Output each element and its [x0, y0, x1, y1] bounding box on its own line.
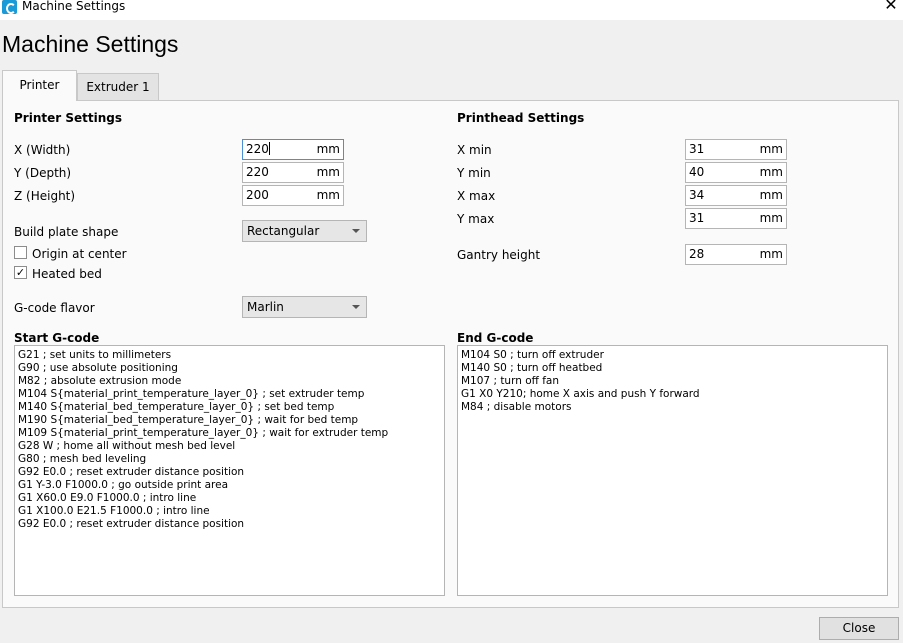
code-line: G90 ; use absolute positioning — [18, 362, 178, 374]
tab-extruder-1[interactable]: Extruder 1 — [77, 73, 159, 100]
y-depth-label: Y (Depth) — [14, 166, 72, 180]
printhead-settings-heading: Printhead Settings — [457, 111, 585, 125]
start-gcode-textarea[interactable]: G21 ; set units to millimeters G90 ; use… — [14, 345, 445, 596]
text-cursor — [268, 142, 270, 155]
code-line: G1 X100.0 E21.5 F1000.0 ; intro line — [18, 505, 210, 517]
start-gcode-heading: Start G-code — [14, 331, 100, 345]
window-title: Machine Settings — [22, 0, 126, 13]
printer-settings-heading: Printer Settings — [14, 111, 122, 125]
heated-bed-checkbox[interactable]: ✓ — [14, 266, 27, 279]
x-min-value: 31 — [689, 142, 705, 156]
code-line: M107 ; turn off fan — [461, 375, 559, 387]
x-width-value: 220 — [246, 142, 269, 156]
code-line: G28 W ; home all without mesh bed level — [18, 440, 236, 452]
y-max-value: 31 — [689, 211, 705, 225]
z-height-field[interactable]: 200 mm — [242, 185, 344, 206]
chevron-down-icon — [352, 229, 360, 233]
y-min-label: Y min — [457, 166, 491, 180]
code-line: M140 S0 ; turn off heatbed — [461, 362, 603, 374]
code-line: M109 S{material_print_temperature_layer_… — [18, 427, 389, 439]
y-max-label: Y max — [457, 212, 495, 226]
y-min-field[interactable]: 40 mm — [685, 162, 787, 183]
y-min-value: 40 — [689, 165, 705, 179]
y-depth-field[interactable]: 220 mm — [242, 162, 344, 183]
dialog-title: Machine Settings — [2, 31, 179, 57]
x-width-unit: mm — [316, 142, 340, 156]
x-min-unit: mm — [759, 142, 783, 156]
tab-printer[interactable]: Printer — [2, 70, 77, 101]
build-plate-shape-dropdown[interactable]: Rectangular — [242, 220, 367, 242]
x-max-field[interactable]: 34 mm — [685, 185, 787, 206]
chevron-down-icon — [352, 305, 360, 309]
origin-at-center-checkbox[interactable] — [14, 246, 27, 259]
y-depth-value: 220 — [246, 165, 269, 179]
gantry-height-unit: mm — [759, 247, 783, 261]
cura-app-icon — [2, 0, 17, 14]
gantry-height-field[interactable]: 28 mm — [685, 244, 787, 265]
end-gcode-textarea[interactable]: M104 S0 ; turn off extruder M140 S0 ; tu… — [457, 345, 888, 596]
checkmark-icon: ✓ — [15, 266, 26, 279]
end-gcode-heading: End G-code — [457, 331, 534, 345]
gcode-flavor-value: Marlin — [247, 300, 284, 314]
code-line: M104 S0 ; turn off extruder — [461, 349, 604, 361]
build-plate-shape-label: Build plate shape — [14, 225, 119, 239]
y-min-unit: mm — [759, 165, 783, 179]
z-height-value: 200 — [246, 188, 269, 202]
gcode-flavor-dropdown[interactable]: Marlin — [242, 296, 367, 318]
build-plate-shape-value: Rectangular — [247, 224, 320, 238]
x-width-field[interactable]: 220 mm — [242, 139, 344, 160]
code-line: M140 S{material_bed_temperature_layer_0}… — [18, 401, 335, 413]
code-line: M84 ; disable motors — [461, 401, 572, 413]
x-max-value: 34 — [689, 188, 705, 202]
y-max-unit: mm — [759, 211, 783, 225]
code-line: G1 X0 Y210; home X axis and push Y forwa… — [461, 388, 700, 400]
close-button[interactable]: Close — [819, 617, 899, 640]
code-line: M104 S{material_print_temperature_layer_… — [18, 388, 365, 400]
gantry-height-label: Gantry height — [457, 248, 541, 262]
code-line: G92 E0.0 ; reset extruder distance posit… — [18, 466, 245, 478]
origin-at-center-label: Origin at center — [32, 247, 127, 261]
window-close-icon[interactable]: ✕ — [883, 0, 899, 15]
x-max-label: X max — [457, 189, 496, 203]
x-max-unit: mm — [759, 188, 783, 202]
y-max-field[interactable]: 31 mm — [685, 208, 787, 229]
window-titlebar: Machine Settings ✕ — [0, 0, 903, 20]
y-depth-unit: mm — [316, 165, 340, 179]
code-line: G80 ; mesh bed leveling — [18, 453, 147, 465]
x-min-label: X min — [457, 143, 492, 157]
code-line: G1 X60.0 E9.0 F1000.0 ; intro line — [18, 492, 197, 504]
code-line: G92 E0.0 ; reset extruder distance posit… — [18, 518, 245, 530]
z-height-unit: mm — [316, 188, 340, 202]
x-min-field[interactable]: 31 mm — [685, 139, 787, 160]
z-height-label: Z (Height) — [14, 189, 76, 203]
code-line: M190 S{material_bed_temperature_layer_0}… — [18, 414, 359, 426]
x-width-label: X (Width) — [14, 143, 71, 157]
gantry-height-value: 28 — [689, 247, 705, 261]
heated-bed-label: Heated bed — [32, 267, 102, 281]
gcode-flavor-label: G-code flavor — [14, 301, 95, 315]
code-line: G21 ; set units to millimeters — [18, 349, 172, 361]
code-line: M82 ; absolute extrusion mode — [18, 375, 182, 387]
code-line: G1 Y-3.0 F1000.0 ; go outside print area — [18, 479, 229, 491]
